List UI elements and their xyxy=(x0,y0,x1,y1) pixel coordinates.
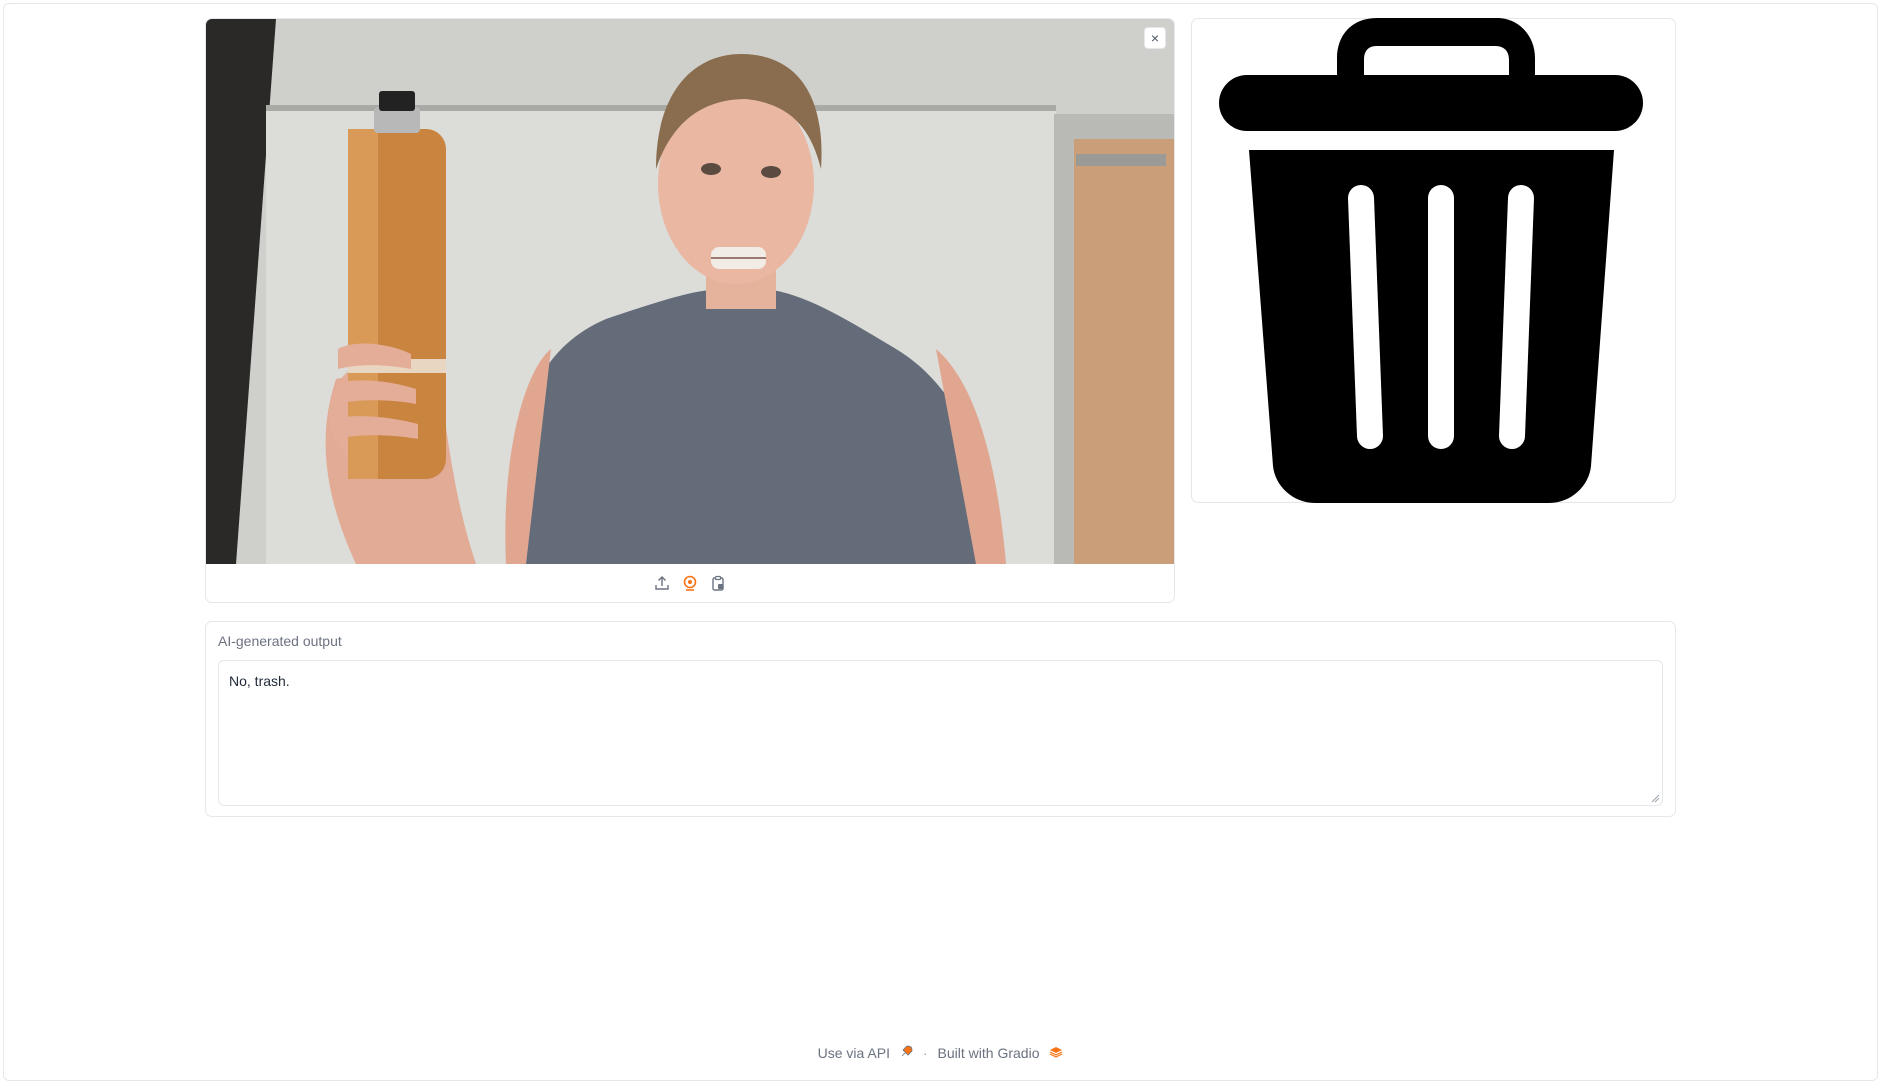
gradio-logo-icon xyxy=(1049,1047,1063,1061)
webcam-snapshot: × xyxy=(206,19,1174,564)
footer-separator: · xyxy=(922,1045,928,1061)
trash-icon xyxy=(1218,18,1643,503)
upload-icon[interactable] xyxy=(653,574,671,592)
clear-image-button[interactable]: × xyxy=(1144,27,1166,49)
built-with-gradio-link[interactable]: Built with Gradio xyxy=(938,1045,1064,1061)
output-textarea[interactable]: No, trash. xyxy=(218,660,1663,806)
output-text-value: No, trash. xyxy=(229,673,290,689)
output-label: AI-generated output xyxy=(218,633,342,649)
resize-handle-icon[interactable] xyxy=(1651,794,1660,803)
use-via-api-label: Use via API xyxy=(817,1045,890,1061)
built-with-label: Built with Gradio xyxy=(937,1045,1040,1061)
output-image xyxy=(1191,18,1676,503)
footer: Use via API · Built with Gradio xyxy=(0,1043,1881,1063)
rocket-icon xyxy=(900,1045,913,1061)
image-source-selector xyxy=(206,564,1174,602)
image-input[interactable]: × xyxy=(205,18,1175,603)
webcam-icon[interactable] xyxy=(681,574,699,592)
clipboard-icon[interactable] xyxy=(709,574,727,592)
use-via-api-link[interactable]: Use via API xyxy=(818,1045,913,1061)
output-textbox: AI-generated output No, trash. xyxy=(205,621,1676,817)
